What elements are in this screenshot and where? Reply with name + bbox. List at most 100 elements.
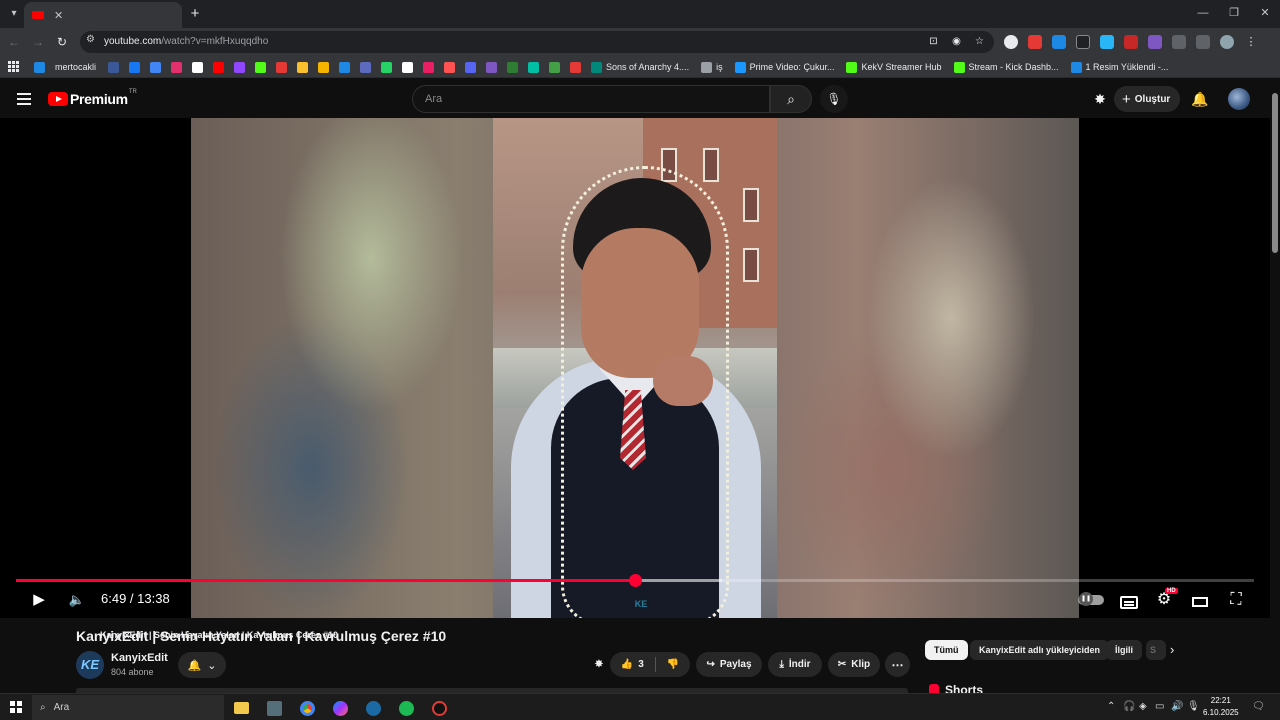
bookmark-favicon-icon[interactable] (213, 61, 225, 73)
bookmark-favicon-icon[interactable] (339, 61, 351, 73)
volume-icon[interactable]: 🔈 (68, 590, 86, 610)
display-icon[interactable]: ▭ (1155, 701, 1164, 712)
system-clock[interactable]: 22:21 6.10.2025 (1203, 695, 1239, 719)
bookmark-item[interactable]: Sons of Anarchy 4.... (591, 61, 689, 73)
video-player[interactable]: ▶ 🔈 6:49 / 13:38 KE ⚙ HD ⛶ (0, 118, 1270, 618)
new-tab-button[interactable]: + (186, 5, 204, 23)
windows-start-icon[interactable] (10, 701, 22, 713)
extensions-puzzle-icon[interactable] (1172, 35, 1186, 49)
app-icon[interactable] (428, 698, 450, 718)
browser-tab-active[interactable]: KanyixEdit | Senin Hayatın Yalan | Kavru… (24, 2, 338, 640)
tab-close-icon[interactable]: ✕ (54, 9, 63, 22)
headset-icon[interactable]: 🎧 (1123, 701, 1135, 712)
clip-button[interactable]: ✂ Klip (828, 652, 880, 677)
reload-icon[interactable]: ↻ (53, 33, 71, 51)
browser-menu-icon[interactable]: ⋮ (1244, 35, 1258, 49)
bookmark-favicon-icon[interactable] (150, 61, 162, 73)
share-button[interactable]: ↪ Paylaş (696, 652, 762, 677)
bookmark-favicon-icon[interactable] (318, 61, 330, 73)
profile-avatar-icon[interactable] (1220, 35, 1234, 49)
youtube-logo[interactable]: Premium TR (48, 89, 137, 107)
download-button[interactable]: ⤓ İndir (768, 652, 822, 677)
install-app-icon[interactable]: ⊡ (927, 35, 940, 48)
taskbar-search[interactable]: ⌕ Ara (32, 695, 224, 720)
extension-icon[interactable] (1004, 35, 1018, 49)
bookmark-favicon-icon[interactable] (423, 61, 435, 73)
bookmark-favicon-icon[interactable] (255, 61, 267, 73)
extension-icon[interactable] (1028, 35, 1042, 49)
address-bar[interactable]: ⚙ youtube.com/watch?v=mkfHxuqqdho ⊡ ◉ ☆ (80, 31, 994, 53)
apps-grid-icon[interactable] (8, 61, 19, 72)
bookmark-favicon-icon[interactable] (381, 61, 393, 73)
autoplay-toggle[interactable] (1078, 592, 1104, 606)
scrollbar-thumb[interactable] (1272, 93, 1278, 253)
restore-icon[interactable]: ❐ (1221, 4, 1247, 22)
steam-icon[interactable] (362, 698, 384, 718)
theater-mode-icon[interactable] (1192, 597, 1208, 607)
spotify-icon[interactable] (395, 698, 417, 718)
close-window-icon[interactable]: ✕ (1252, 4, 1278, 22)
bookmark-item[interactable]: Stream - Kick Dashb... (953, 61, 1059, 73)
search-button[interactable]: ⌕ (770, 85, 812, 113)
voice-search-button[interactable]: 🎙 (820, 85, 848, 113)
fullscreen-icon[interactable]: ⛶ (1226, 590, 1246, 610)
file-explorer-icon[interactable] (230, 698, 252, 718)
chrome-icon[interactable] (296, 698, 318, 718)
bookmark-favicon-icon[interactable] (108, 61, 120, 73)
channel-avatar[interactable]: KE (76, 651, 104, 679)
chip-from-uploader[interactable]: KanyixEdit adlı yükleyiciden (970, 640, 1110, 660)
bookmark-item[interactable]: 1 Resim Yüklendi -... (1070, 61, 1168, 73)
chip-partial[interactable]: S (1146, 640, 1166, 660)
microphone-icon[interactable]: 🎙 (1187, 701, 1200, 712)
media-control-icon[interactable] (1196, 35, 1210, 49)
bookmark-favicon-icon[interactable] (507, 61, 519, 73)
bookmark-favicon-icon[interactable] (570, 61, 582, 73)
tray-app-icon[interactable]: ◈ (1139, 701, 1147, 712)
extension-icon[interactable] (1124, 35, 1138, 49)
scrubber-knob[interactable] (628, 574, 642, 587)
speaker-icon[interactable]: 🔊 (1171, 701, 1183, 712)
channel-name[interactable]: KanyixEdit (111, 652, 168, 664)
play-icon[interactable]: ▶ (30, 590, 48, 610)
extension-icon[interactable] (1148, 35, 1162, 49)
chevron-right-icon[interactable]: › (1170, 642, 1174, 657)
minimize-icon[interactable]: — (1190, 4, 1216, 22)
bookmark-item[interactable]: KekV Streamer Hub (846, 61, 942, 73)
bookmark-favicon-icon[interactable] (192, 61, 204, 73)
bookmark-favicon-icon[interactable] (276, 61, 288, 73)
more-actions-icon[interactable]: ⋯ (885, 652, 910, 677)
subtitles-icon[interactable] (1120, 596, 1138, 609)
bookmark-favicon-icon[interactable] (360, 61, 372, 73)
bookmark-favicon-icon[interactable] (234, 61, 246, 73)
bookmark-star-icon[interactable]: ☆ (973, 35, 986, 48)
dislike-icon[interactable]: 👎 (667, 659, 679, 670)
notifications-icon[interactable]: 🗨 (1252, 701, 1265, 712)
back-icon[interactable]: ← (5, 33, 23, 51)
bookmark-item[interactable]: iş (701, 61, 723, 73)
bookmark-favicon-icon[interactable] (34, 61, 45, 73)
tab-search-icon[interactable]: ▾ (4, 4, 24, 24)
bookmark-item[interactable]: Prime Video: Çukur... (734, 61, 834, 73)
chevron-up-icon[interactable]: ⌃ (1107, 701, 1115, 712)
bookmark-favicon-icon[interactable] (171, 61, 183, 73)
bookmark-favicon-icon[interactable] (465, 61, 477, 73)
calculator-icon[interactable] (263, 698, 285, 718)
bookmark-favicon-icon[interactable] (402, 61, 414, 73)
extension-icon[interactable] (1100, 35, 1114, 49)
subscription-bell-button[interactable]: 🔔 ⌄ (178, 652, 226, 678)
bookmark-favicon-icon[interactable] (486, 61, 498, 73)
notifications-bell-icon[interactable]: 🔔 (1191, 90, 1209, 108)
progress-bar[interactable] (16, 574, 1254, 587)
bookmark-favicon-icon[interactable] (444, 61, 456, 73)
account-avatar[interactable] (1228, 88, 1250, 110)
menu-icon[interactable] (17, 93, 31, 105)
bookmark-favicon-icon[interactable] (129, 61, 141, 73)
search-input[interactable] (413, 86, 769, 112)
like-icon[interactable]: 👍 (621, 659, 633, 670)
bookmark-item[interactable]: mertocakli (55, 62, 96, 72)
chip-all[interactable]: Tümü (925, 640, 968, 660)
bookmark-favicon-icon[interactable] (528, 61, 540, 73)
bookmark-favicon-icon[interactable] (549, 61, 561, 73)
extension-icon[interactable] (1052, 35, 1066, 49)
messenger-icon[interactable] (329, 698, 351, 718)
